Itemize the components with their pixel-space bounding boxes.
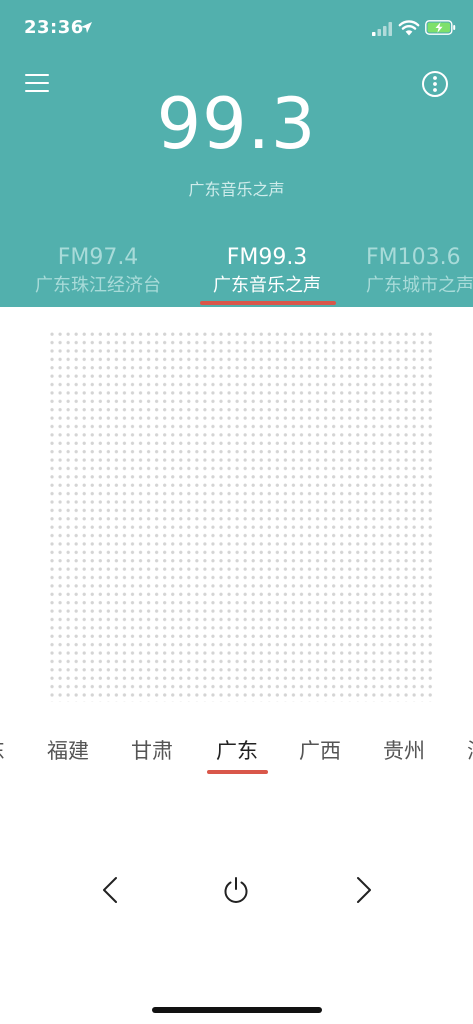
station-name: 广东音乐之声 — [213, 275, 321, 296]
province-item[interactable]: 海南 — [446, 735, 473, 765]
wifi-icon — [398, 20, 420, 36]
station-name: 广东珠江经济台 — [35, 275, 161, 296]
current-frequency: 99.3 — [156, 83, 317, 165]
station-tab-fm97-4[interactable]: FM97.4 广东珠江经济台 — [18, 243, 178, 299]
station-tab-fm103-6[interactable]: FM103.6 广东城市之声 — [355, 243, 473, 299]
province-indicator — [207, 770, 268, 774]
power-icon — [224, 877, 248, 903]
station-frequency: FM103.6 — [366, 245, 461, 270]
chevron-left-icon — [103, 877, 117, 903]
station-name: 广东城市之声 — [366, 275, 473, 296]
home-indicator[interactable] — [152, 1007, 322, 1013]
radio-app-screen: 23:36 99.3 广东音乐之声 FM97.4 广东珠江经济台 FM99.3 … — [0, 0, 473, 1024]
province-item[interactable]: 广西 — [278, 735, 362, 765]
dot-pattern-visualizer — [48, 330, 432, 702]
status-time: 23:36 — [24, 17, 84, 38]
province-item[interactable]: 福建 — [26, 735, 110, 765]
station-frequency: FM99.3 — [226, 245, 308, 270]
cellular-signal-icon — [372, 22, 392, 36]
province-item[interactable]: 贵州 — [362, 735, 446, 765]
station-tab-indicator — [200, 301, 336, 305]
battery-charging-icon — [425, 20, 456, 35]
province-item[interactable]: 广东 — [0, 735, 26, 765]
station-tab-fm99-3[interactable]: FM99.3 广东音乐之声 — [187, 243, 347, 299]
next-station-button[interactable] — [344, 870, 384, 910]
location-arrow-icon — [81, 22, 92, 33]
province-item[interactable]: 甘肃 — [110, 735, 194, 765]
header-panel: 23:36 99.3 广东音乐之声 FM97.4 广东珠江经济台 FM99.3 … — [0, 0, 473, 307]
chevron-right-icon — [357, 877, 371, 903]
station-frequency: FM97.4 — [57, 245, 139, 270]
province-item-selected[interactable]: 广东 — [195, 735, 279, 765]
power-button[interactable] — [216, 870, 256, 910]
previous-station-button[interactable] — [90, 870, 130, 910]
current-station-name: 广东音乐之声 — [188, 180, 285, 199]
status-bar: 23:36 — [0, 0, 473, 58]
